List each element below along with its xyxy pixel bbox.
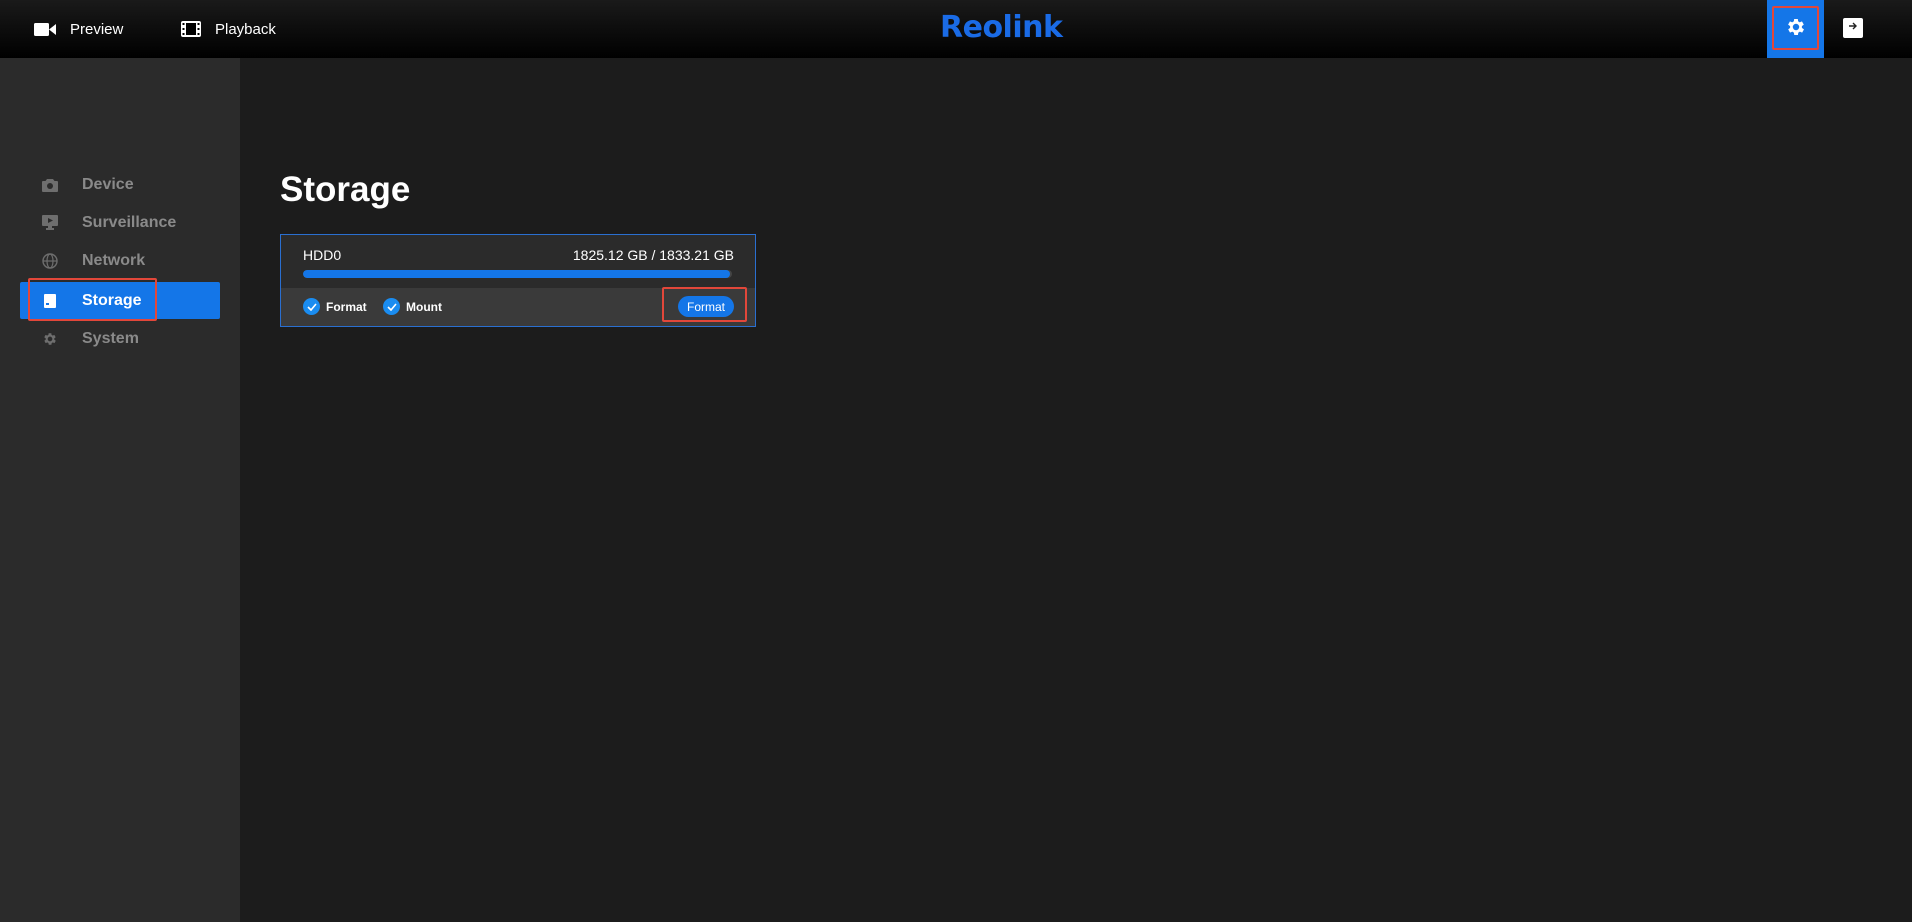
sidebar-item-label: Surveillance — [82, 213, 177, 231]
gear-icon — [39, 328, 61, 350]
film-icon — [181, 21, 201, 37]
storage-icon — [39, 290, 61, 312]
disk-name: HDD0 — [303, 247, 342, 263]
playback-label: Playback — [215, 20, 276, 38]
disk-usage-bar — [303, 270, 732, 278]
page-title: Storage — [280, 170, 411, 209]
disk-usage-fill — [303, 270, 731, 278]
disk-capacity: 1825.12 GB / 1833.21 GB — [572, 247, 734, 263]
logout-button[interactable] — [1843, 18, 1863, 38]
reolink-logo: Reolink — [940, 10, 1063, 45]
camera-icon — [39, 174, 61, 196]
playback-nav-link[interactable]: Playback — [181, 18, 276, 40]
sidebar-item-label: System — [82, 329, 139, 347]
sidebar-item-network[interactable]: Network — [20, 242, 220, 279]
top-bar: Preview Playback Reolink — [0, 0, 1912, 58]
format-checkbox-label: Format — [326, 299, 367, 314]
monitor-icon — [39, 212, 61, 234]
sidebar: Device Surveillance Network Storage Syst… — [0, 58, 240, 922]
check-icon — [303, 298, 320, 315]
preview-label: Preview — [70, 20, 124, 38]
sidebar-item-label: Device — [82, 175, 134, 193]
preview-nav-link[interactable]: Preview — [34, 18, 123, 40]
settings-button[interactable] — [1767, 0, 1824, 58]
sidebar-item-surveillance[interactable]: Surveillance — [20, 204, 220, 241]
logout-icon — [1847, 19, 1859, 37]
mount-checkbox-label: Mount — [406, 299, 442, 314]
format-button[interactable]: Format — [678, 296, 734, 317]
sidebar-item-label: Storage — [82, 291, 142, 309]
sidebar-item-device[interactable]: Device — [20, 166, 220, 203]
sidebar-item-storage[interactable]: Storage — [20, 282, 220, 319]
format-checkbox[interactable]: Format — [303, 298, 367, 315]
globe-icon — [39, 250, 61, 272]
check-icon — [383, 298, 400, 315]
settings-highlight-box — [1772, 6, 1819, 50]
disk-card: HDD0 1825.12 GB / 1833.21 GB Format Moun… — [280, 234, 756, 327]
mount-checkbox[interactable]: Mount — [383, 298, 442, 315]
disk-actions: Format Mount Format — [281, 287, 755, 326]
video-camera-icon — [34, 22, 56, 37]
sidebar-item-label: Network — [82, 251, 146, 269]
sidebar-item-system[interactable]: System — [20, 320, 220, 357]
